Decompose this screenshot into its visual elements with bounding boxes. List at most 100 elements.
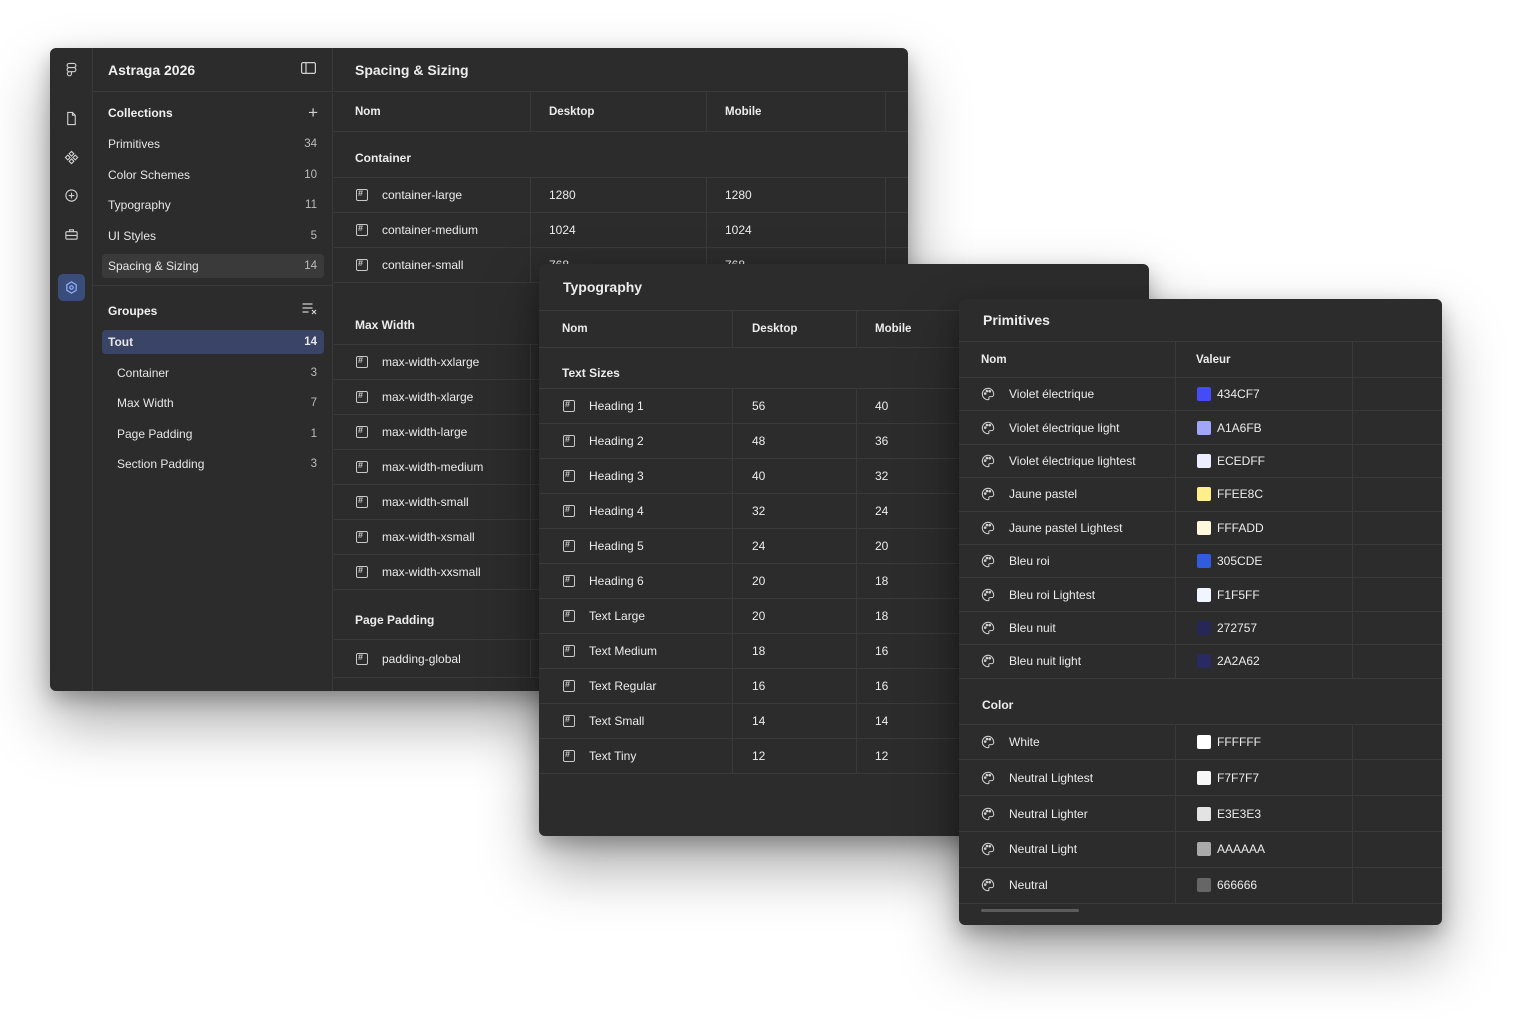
color-swatch[interactable] [1197, 734, 1211, 749]
color-swatch[interactable] [1197, 387, 1211, 402]
color-value[interactable]: 2A2A62 [1176, 645, 1353, 678]
collection-item-typography[interactable]: Typography 11 [102, 193, 324, 217]
table-row[interactable]: Neutral Lighter E3E3E3 [959, 796, 1442, 832]
column-nom[interactable]: Nom [959, 342, 1176, 377]
color-value[interactable]: 666666 [1176, 867, 1353, 903]
color-value[interactable]: 434CF7 [1176, 378, 1353, 411]
table-row[interactable]: Bleu roi 305CDE [959, 544, 1442, 579]
primitives-rows: Violet électrique 434CF7 Violet électrique… [959, 378, 1442, 679]
color-value[interactable]: FFFADD [1176, 511, 1353, 544]
color-value[interactable]: FFEE8C [1176, 478, 1353, 511]
color-swatch[interactable] [1197, 806, 1211, 821]
table-row[interactable]: Bleu roi Lightest F1F5FF [959, 578, 1442, 612]
row-name: Text Tiny [589, 749, 637, 763]
table-row[interactable]: Bleu nuit light 2A2A62 [959, 645, 1442, 679]
color-swatch[interactable] [1197, 620, 1211, 635]
add-collection-button[interactable]: + [308, 103, 318, 123]
column-nom[interactable]: Nom [539, 311, 733, 347]
row-name: Neutral Lightest [1009, 770, 1094, 785]
column-mobile[interactable]: Mobile [707, 92, 886, 131]
groups-list: Tout 14 Container 3 Max Width 7 Page Paddin… [93, 329, 332, 476]
component-icon[interactable] [58, 144, 85, 171]
horizontal-scrollbar[interactable] [981, 909, 1079, 912]
table-row[interactable]: container-medium10241024 [334, 213, 908, 248]
collection-item-primitives[interactable]: Primitives 34 [102, 132, 324, 156]
group-item-max-width[interactable]: Max Width 7 [102, 391, 324, 415]
desktop-value[interactable]: 48 [733, 424, 857, 458]
table-row[interactable]: Jaune pastel Lightest FFFADD [959, 511, 1442, 545]
table-row[interactable]: Violet électrique light A1A6FB [959, 411, 1442, 445]
group-heading-container: Container [334, 132, 908, 178]
desktop-value[interactable]: 56 [733, 389, 857, 423]
clear-filter-icon[interactable] [302, 303, 318, 318]
collection-item-color-schemes[interactable]: Color Schemes 10 [102, 163, 324, 187]
color-value[interactable]: ECEDFF [1176, 444, 1353, 478]
add-circle-icon[interactable] [58, 182, 85, 209]
column-desktop[interactable]: Desktop [531, 92, 707, 131]
group-item-tout[interactable]: Tout 14 [102, 329, 324, 354]
table-row[interactable]: Jaune pastel FFEE8C [959, 478, 1442, 512]
row-name: Violet électrique [1009, 387, 1095, 402]
color-swatch[interactable] [1197, 878, 1211, 893]
color-swatch[interactable] [1197, 453, 1211, 468]
desktop-value[interactable]: 14 [733, 704, 857, 738]
table-row[interactable]: Neutral Light AAAAAA [959, 831, 1442, 868]
row-name: White [1009, 734, 1040, 749]
row-name: Neutral Light [1009, 842, 1078, 857]
color-value[interactable]: F7F7F7 [1176, 760, 1353, 796]
table-row[interactable]: Neutral 666666 [959, 867, 1442, 904]
desktop-value[interactable]: 20 [733, 564, 857, 598]
tool-rail [50, 48, 93, 691]
variables-hexagon-icon[interactable] [58, 274, 85, 301]
table-row[interactable]: Violet électrique lightest ECEDFF [959, 444, 1442, 479]
color-value[interactable]: 305CDE [1176, 544, 1353, 578]
group-item-container[interactable]: Container 3 [102, 361, 324, 385]
number-variable-icon [356, 495, 368, 508]
desktop-value[interactable]: 16 [733, 669, 857, 703]
column-desktop[interactable]: Desktop [733, 311, 857, 347]
table-row[interactable]: container-large12801280 [334, 178, 908, 213]
color-swatch[interactable] [1197, 842, 1211, 857]
desktop-value[interactable]: 18 [733, 634, 857, 668]
table-row[interactable]: White FFFFFF [959, 724, 1442, 761]
row-name: Heading 3 [589, 469, 644, 483]
app-title: Astraga 2026 [108, 61, 196, 78]
desktop-value[interactable]: 24 [733, 529, 857, 563]
table-row[interactable]: Neutral Lightest F7F7F7 [959, 760, 1442, 797]
desktop-value[interactable]: 40 [733, 459, 857, 493]
row-name: Bleu roi [1009, 554, 1050, 569]
group-item-page-padding[interactable]: Page Padding 1 [102, 422, 324, 446]
file-icon[interactable] [58, 105, 85, 132]
color-value[interactable]: AAAAAA [1176, 831, 1353, 867]
row-name: Bleu roi Lightest [1009, 587, 1096, 602]
collection-item-ui-styles[interactable]: UI Styles 5 [102, 224, 324, 248]
color-swatch[interactable] [1197, 554, 1211, 569]
group-item-section-padding[interactable]: Section Padding 3 [102, 452, 324, 476]
color-value[interactable]: 272757 [1176, 611, 1353, 645]
spacing-title: Spacing & Sizing [334, 48, 908, 92]
palette-icon [981, 387, 995, 401]
collection-item-spacing-sizing[interactable]: Spacing & Sizing 14 [102, 254, 324, 279]
color-value[interactable]: FFFFFF [1176, 724, 1353, 760]
row-name: Violet électrique lightest [1009, 453, 1136, 468]
color-swatch[interactable] [1197, 770, 1211, 785]
table-row[interactable]: Violet électrique 434CF7 [959, 378, 1442, 412]
column-nom[interactable]: Nom [334, 92, 531, 131]
toolbox-icon[interactable] [58, 221, 85, 248]
color-swatch[interactable] [1197, 587, 1211, 602]
color-swatch[interactable] [1197, 520, 1211, 535]
figma-logo-icon[interactable] [58, 56, 85, 83]
sidebar-toggle-icon[interactable] [301, 62, 317, 77]
color-swatch[interactable] [1197, 487, 1211, 502]
desktop-value[interactable]: 20 [733, 599, 857, 633]
table-row[interactable]: Bleu nuit 272757 [959, 611, 1442, 646]
color-value[interactable]: F1F5FF [1176, 578, 1353, 611]
color-swatch[interactable] [1197, 654, 1211, 669]
column-valeur[interactable]: Valeur [1176, 342, 1353, 377]
color-value[interactable]: A1A6FB [1176, 411, 1353, 444]
color-value[interactable]: E3E3E3 [1176, 796, 1353, 831]
color-swatch[interactable] [1197, 420, 1211, 435]
desktop-value[interactable]: 12 [733, 739, 857, 773]
palette-icon [981, 621, 995, 635]
desktop-value[interactable]: 32 [733, 494, 857, 528]
